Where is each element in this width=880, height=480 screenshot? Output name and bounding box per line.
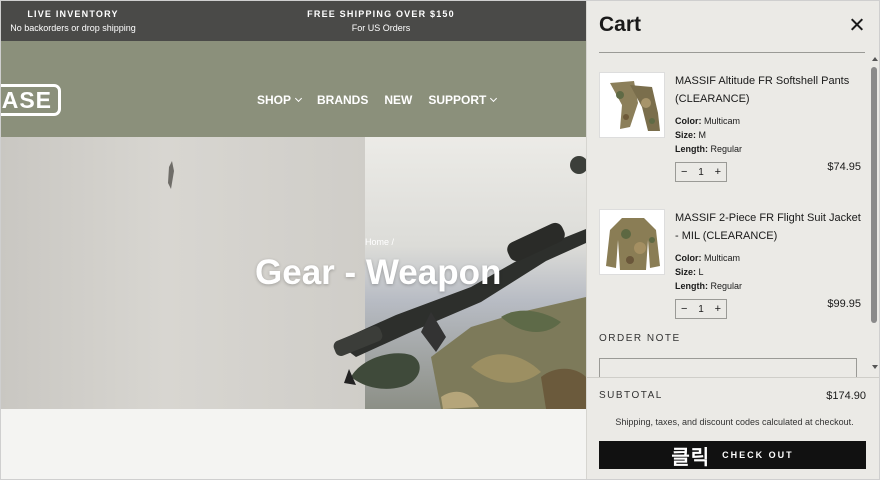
cart-title: Cart xyxy=(599,13,642,36)
quantity-value[interactable]: 1 xyxy=(698,304,704,315)
scroll-down-icon[interactable] xyxy=(872,365,878,369)
meta-value: Multicam xyxy=(704,116,741,126)
decrease-qty-button[interactable]: − xyxy=(681,303,687,315)
meta-value: M xyxy=(698,130,707,140)
order-note-input[interactable] xyxy=(599,358,857,378)
drawer-overlay[interactable] xyxy=(1,1,586,479)
close-icon[interactable] xyxy=(849,17,865,33)
scroll-up-icon[interactable] xyxy=(872,57,878,61)
checkout-button[interactable]: 클릭 CHECK OUT xyxy=(599,441,866,469)
decrease-qty-button[interactable]: − xyxy=(681,166,687,178)
scrollbar-thumb[interactable] xyxy=(871,67,877,323)
meta-label: Color: xyxy=(675,253,702,263)
cart-item-price: $99.95 xyxy=(827,298,861,310)
increase-qty-button[interactable]: + xyxy=(715,303,721,315)
divider xyxy=(599,52,865,53)
quantity-value[interactable]: 1 xyxy=(698,167,704,178)
cart-footer: SUBTOTAL $174.90 Shipping, taxes, and di… xyxy=(587,377,879,479)
meta-label: Length: xyxy=(675,281,708,291)
meta-label: Size: xyxy=(675,130,697,140)
increase-qty-button[interactable]: + xyxy=(715,166,721,178)
subtotal-label: SUBTOTAL xyxy=(599,390,663,401)
meta-value: L xyxy=(698,267,704,277)
click-tag-label: 클릭 xyxy=(671,444,711,469)
quantity-stepper: − 1 + xyxy=(675,162,727,182)
cart-item-length: Length: Regular xyxy=(675,142,742,156)
cart-item-name[interactable]: MASSIF Altitude FR Softshell Pants (CLEA… xyxy=(675,72,861,108)
quantity-stepper: − 1 + xyxy=(675,299,727,319)
jacket-icon xyxy=(606,218,660,270)
meta-label: Length: xyxy=(675,144,708,154)
cart-item: MASSIF Altitude FR Softshell Pants (CLEA… xyxy=(599,72,861,197)
shipping-note: Shipping, taxes, and discount codes calc… xyxy=(615,417,854,427)
meta-label: Color: xyxy=(675,116,702,126)
cart-item-size: Size: M xyxy=(675,128,706,142)
cart-item-price: $74.95 xyxy=(827,161,861,173)
meta-value: Regular xyxy=(710,281,743,291)
pants-thumbnail[interactable] xyxy=(599,72,665,138)
order-note-label: ORDER NOTE xyxy=(599,333,681,344)
cart-item-name[interactable]: MASSIF 2-Piece FR Flight Suit Jacket - M… xyxy=(675,209,861,245)
meta-value: Multicam xyxy=(704,253,741,263)
subtotal-value: $174.90 xyxy=(826,390,866,402)
cart-drawer: Cart MASSIF Altitude FR Softshell Pants … xyxy=(586,1,879,479)
cart-scrollbar[interactable] xyxy=(869,53,879,377)
meta-label: Size: xyxy=(675,267,697,277)
cart-item: MASSIF 2-Piece FR Flight Suit Jacket - M… xyxy=(599,209,861,334)
pants-icon xyxy=(610,81,660,131)
meta-value: Regular xyxy=(710,144,743,154)
cart-item-size: Size: L xyxy=(675,265,704,279)
checkout-label: CHECK OUT xyxy=(722,450,794,460)
cart-item-color: Color: Multicam xyxy=(675,114,740,128)
page: LIVE INVENTORY No backorders or drop shi… xyxy=(0,0,880,480)
cart-item-color: Color: Multicam xyxy=(675,251,740,265)
jacket-thumbnail[interactable] xyxy=(599,209,665,275)
cart-item-length: Length: Regular xyxy=(675,279,742,293)
